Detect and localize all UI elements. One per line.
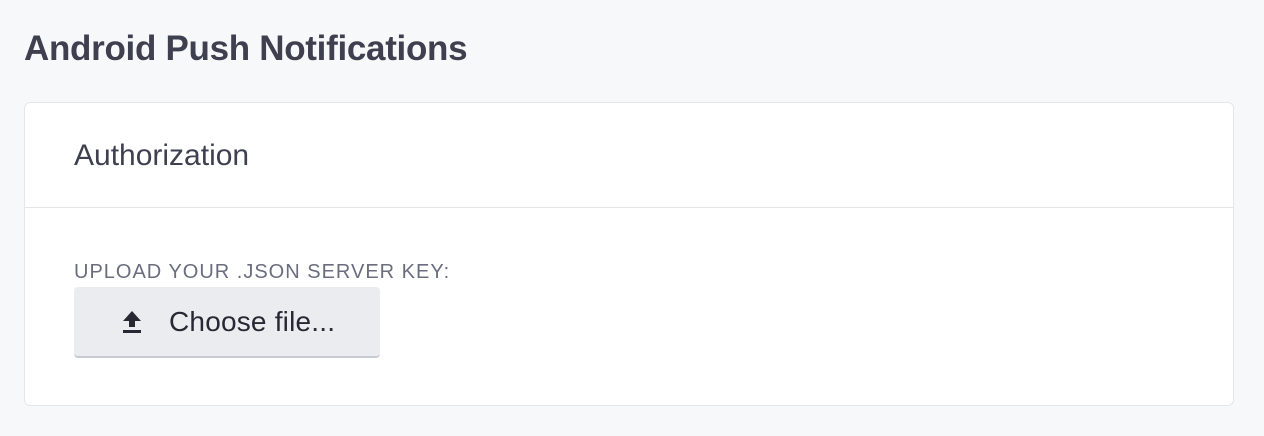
page-title: Android Push Notifications	[24, 29, 468, 68]
card-title: Authorization	[74, 139, 250, 172]
choose-file-button[interactable]: Choose file...	[74, 287, 380, 358]
choose-file-label: Choose file...	[169, 305, 336, 337]
upload-icon	[121, 310, 143, 334]
authorization-card: Authorization UPLOAD YOUR .JSON SERVER K…	[24, 102, 1234, 406]
server-key-label: UPLOAD YOUR .JSON SERVER KEY:	[74, 261, 451, 283]
card-header: Authorization	[25, 103, 1233, 208]
card-body: UPLOAD YOUR .JSON SERVER KEY: Choose fil…	[25, 208, 1233, 406]
